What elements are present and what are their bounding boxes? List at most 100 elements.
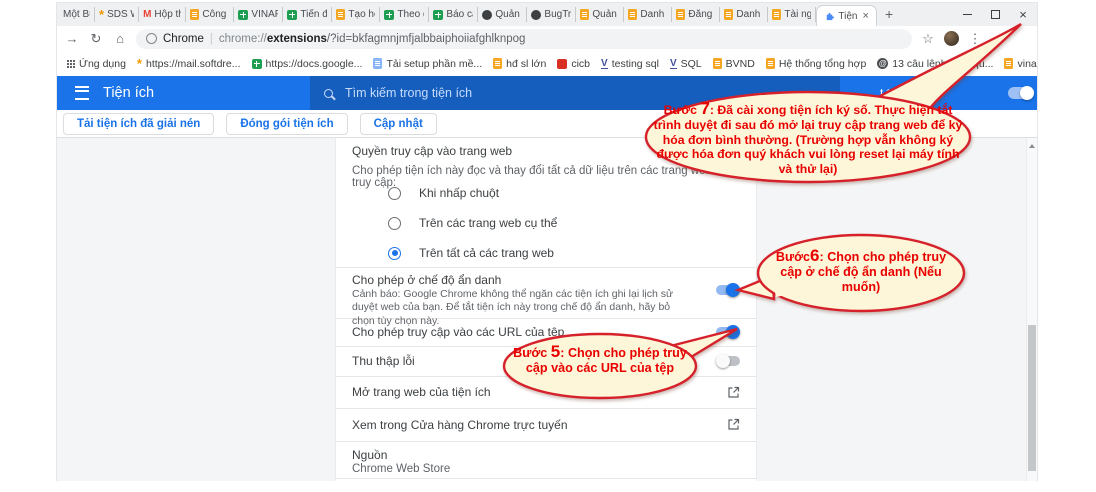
update-button[interactable]: Cập nhật bbox=[360, 113, 437, 135]
pack-extension-button[interactable]: Đóng gói tiện ích bbox=[226, 113, 347, 135]
browser-tab[interactable]: Danh s bbox=[624, 7, 672, 22]
active-tab[interactable]: Tiện × bbox=[816, 5, 877, 26]
document-favicon bbox=[373, 58, 382, 69]
reload-icon[interactable]: ↻ bbox=[88, 32, 104, 45]
browser-tab[interactable]: Quản l bbox=[478, 7, 527, 22]
bookmark-item[interactable]: Ứng dụng bbox=[67, 58, 126, 70]
tab-label: Hộp th bbox=[154, 9, 181, 20]
external-link-icon[interactable] bbox=[727, 386, 740, 399]
browser-tab[interactable]: Danh s bbox=[720, 7, 768, 22]
developer-mode-label: t triển bbox=[880, 86, 910, 100]
forward-icon[interactable]: → bbox=[64, 32, 80, 45]
bookmark-item[interactable]: vinafriegth bbox=[1004, 58, 1037, 70]
bookmark-item[interactable]: cicb bbox=[557, 58, 590, 70]
bookmark-item[interactable]: *https://mail.softdre... bbox=[137, 58, 241, 70]
browser-tab[interactable]: Tạo hó bbox=[332, 7, 380, 22]
radio-label: Khi nhấp chuột bbox=[419, 186, 499, 200]
browser-tab[interactable]: Một Bư bbox=[59, 7, 95, 22]
tab-label: Đăng n bbox=[688, 9, 715, 20]
view-in-store-row[interactable]: Xem trong Cửa hàng Chrome trực tuyến bbox=[336, 408, 756, 442]
incognito-toggle[interactable] bbox=[716, 285, 740, 295]
tab-label: Tiến đ bbox=[300, 9, 327, 20]
tab-label: Tiện bbox=[838, 11, 857, 22]
bookmark-item[interactable]: Tải setup phần mề... bbox=[373, 58, 482, 70]
browser-tab[interactable]: VINAFR bbox=[234, 7, 283, 22]
source-row: Nguồn Chrome Web Store bbox=[336, 441, 756, 479]
browser-tab[interactable]: Quản l bbox=[576, 7, 624, 22]
new-tab-button[interactable]: + bbox=[885, 6, 893, 22]
browser-tab[interactable]: Tài ngu bbox=[768, 7, 816, 22]
external-link-icon[interactable] bbox=[727, 418, 740, 431]
bookmark-star-icon[interactable]: ☆ bbox=[920, 32, 936, 45]
bookmark-label: https://mail.softdre... bbox=[146, 58, 241, 70]
minimize-button[interactable] bbox=[953, 3, 981, 26]
tab-label: Tài ngu bbox=[784, 9, 811, 20]
tab-label: Quản l bbox=[592, 9, 619, 20]
callout-step5: Bước 5: Chọn cho phép truy cập vào các U… bbox=[512, 343, 688, 376]
error-collection-toggle[interactable] bbox=[716, 356, 740, 366]
incognito-section: Cho phép ở chế độ ẩn danh Cảnh báo: Goog… bbox=[336, 267, 756, 319]
browser-tab[interactable]: Theo d bbox=[380, 7, 429, 22]
restore-button[interactable] bbox=[981, 3, 1009, 26]
page-content: Quyền truy cập vào trang web Cho phép ti… bbox=[57, 138, 1037, 481]
spreadsheet-favicon bbox=[287, 10, 297, 20]
address-toolbar: → ↻ ⌂ Chrome | chrome://extensions/?id=b… bbox=[57, 26, 1037, 51]
radio-option-specific-sites[interactable]: Trên các trang web cụ thể bbox=[388, 208, 557, 238]
spreadsheet-favicon bbox=[252, 59, 262, 69]
home-icon[interactable]: ⌂ bbox=[112, 32, 128, 45]
bookmark-item[interactable]: V SQL bbox=[670, 58, 702, 70]
browser-tab[interactable]: Công t bbox=[186, 7, 234, 22]
profile-avatar[interactable] bbox=[944, 31, 959, 46]
bookmark-label: cicb bbox=[571, 58, 590, 70]
open-website-row[interactable]: Mở trang web của tiện ích bbox=[336, 376, 756, 409]
document-favicon bbox=[713, 58, 722, 69]
browser-tab[interactable]: Tiến đ bbox=[283, 7, 332, 22]
search-icon bbox=[324, 89, 333, 98]
address-bar[interactable]: Chrome | chrome://extensions/?id=bkfagmn… bbox=[136, 29, 912, 49]
url-separator: | bbox=[210, 33, 213, 45]
tab-close-icon[interactable]: × bbox=[863, 10, 869, 22]
scrollbar-thumb[interactable] bbox=[1028, 325, 1036, 471]
browser-tab[interactable]: *SDS We bbox=[95, 7, 139, 22]
spreadsheet-favicon bbox=[238, 10, 248, 20]
bookmark-item[interactable]: Hệ thống tổng hợp bbox=[766, 58, 866, 70]
radio-icon[interactable] bbox=[388, 217, 401, 230]
search-input[interactable] bbox=[343, 85, 647, 101]
bookmark-label: hđ sl lớn bbox=[506, 58, 546, 70]
radio-option-on-click[interactable]: Khi nhấp chuột bbox=[388, 178, 499, 208]
bookmark-item[interactable]: https://docs.google... bbox=[252, 58, 363, 70]
bookmark-label: https://docs.google... bbox=[266, 58, 363, 70]
tab-strip: Một Bư*SDS WeMHộp th Công t VINAFR Tiến đ Tạ… bbox=[57, 3, 1037, 26]
browser-tab[interactable]: Báo cá bbox=[429, 7, 478, 22]
bookmark-item[interactable]: BVND bbox=[713, 58, 755, 70]
bookmark-item[interactable]: Vtesting sql bbox=[601, 58, 659, 70]
radio-icon[interactable] bbox=[388, 187, 401, 200]
developer-mode-toggle[interactable] bbox=[1008, 87, 1034, 99]
close-button[interactable]: × bbox=[1009, 3, 1037, 26]
bookmarks-bar: Ứng dụng*https://mail.softdre...https://… bbox=[57, 51, 1037, 76]
site-info-icon[interactable] bbox=[146, 33, 157, 44]
browser-tab[interactable]: BugTra bbox=[527, 7, 576, 22]
radio-option-all-sites[interactable]: Trên tất cả các trang web bbox=[388, 238, 554, 268]
scroll-up-icon[interactable] bbox=[1029, 144, 1035, 148]
restore-icon bbox=[991, 10, 1000, 19]
browser-tab[interactable]: Đăng n bbox=[672, 7, 720, 22]
hamburger-menu-icon[interactable] bbox=[75, 86, 89, 100]
load-unpacked-button[interactable]: Tải tiện ích đã giải nén bbox=[63, 113, 214, 135]
v-letter-favicon: V bbox=[670, 59, 677, 69]
bookmark-item[interactable]: hđ sl lớn bbox=[493, 58, 546, 70]
at-circle-favicon: @ bbox=[877, 58, 888, 69]
bookmark-item[interactable]: @13 câu lệnh SQL qu... bbox=[877, 58, 993, 70]
tab-label: Công t bbox=[202, 9, 229, 20]
radio-icon[interactable] bbox=[388, 247, 401, 260]
browser-tab[interactable]: MHộp th bbox=[139, 7, 186, 22]
bookmark-label: testing sql bbox=[612, 58, 659, 70]
bookmark-label: SQL bbox=[681, 58, 702, 70]
incognito-title: Cho phép ở chế độ ẩn danh bbox=[352, 273, 501, 287]
bookmark-label: Tải setup phần mề... bbox=[386, 58, 482, 70]
browser-menu-icon[interactable]: ⋮ bbox=[967, 32, 983, 45]
scrollbar[interactable] bbox=[1026, 138, 1037, 481]
view-in-store-label: Xem trong Cửa hàng Chrome trực tuyến bbox=[352, 418, 568, 432]
bookmark-label: 13 câu lệnh SQL qu... bbox=[892, 58, 993, 70]
file-urls-toggle[interactable] bbox=[716, 327, 740, 337]
